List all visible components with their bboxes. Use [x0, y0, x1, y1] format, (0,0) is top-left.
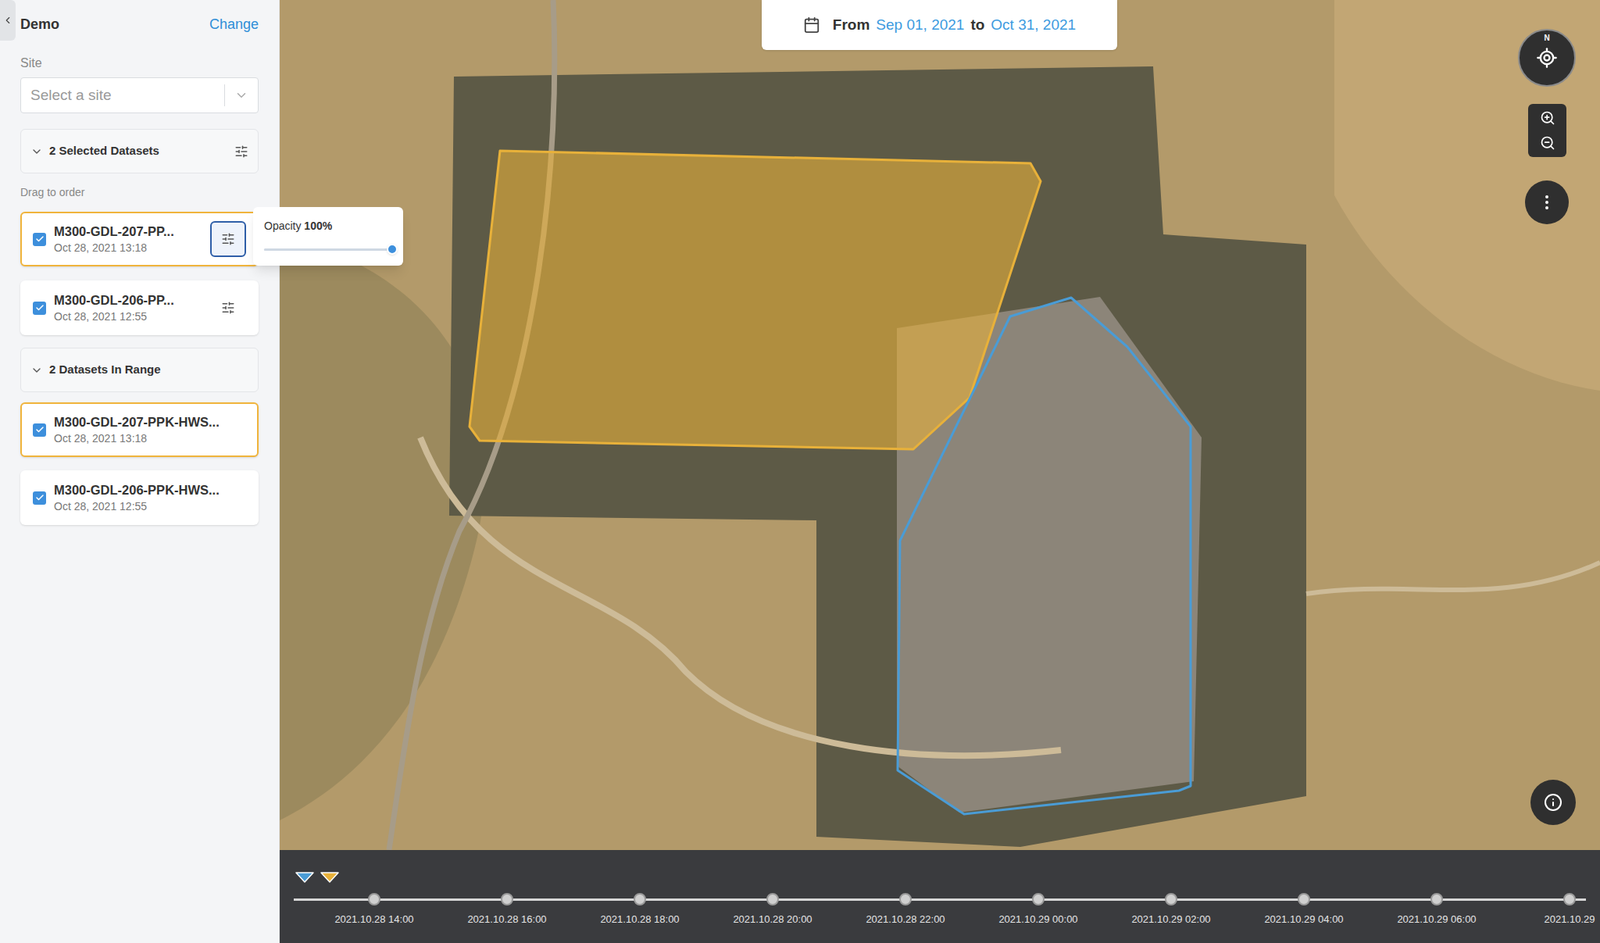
dataset-date: Oct 28, 2021 12:55	[53, 309, 203, 324]
timeline-label: 2021.10.28 16:00	[467, 911, 547, 928]
opacity-popover: Opacity 100%	[253, 207, 404, 266]
timeline-tick[interactable]: 2021.10.29 00:00	[971, 892, 1105, 928]
sliders-icon[interactable]	[234, 144, 249, 159]
dataset-date: Oct 28, 2021 13:18	[53, 240, 203, 255]
timeline-label: 2021.10.28 14:00	[334, 911, 414, 928]
sidebar: Demo Change Site Select a site 2 Selected Da…	[0, 0, 280, 943]
timeline-label: 2021.10.29	[1543, 911, 1595, 928]
survey-area[interactable]	[897, 297, 1191, 815]
dataset-card[interactable]: M300-GDL-206-PP...Oct 28, 2021 12:55	[20, 280, 259, 336]
project-title: Demo	[20, 14, 60, 36]
info-button[interactable]	[1530, 779, 1576, 825]
dataset-marker-icon[interactable]	[320, 871, 340, 883]
opacity-label: Opacity 100%	[264, 217, 393, 235]
check-icon	[35, 425, 45, 435]
site-select-placeholder: Select a site	[21, 84, 225, 108]
section-label: 2 Datasets In Range	[49, 360, 249, 379]
zoom-in-icon[interactable]	[1539, 110, 1556, 126]
date-to[interactable]: Oct 31, 2021	[990, 14, 1076, 37]
dataset-settings-button[interactable]	[210, 289, 247, 326]
dataset-date: Oct 28, 2021 12:55	[53, 499, 247, 514]
dataset-name: M300-GDL-207-PPK-HWS...	[53, 414, 247, 431]
chevron-icon	[234, 88, 249, 103]
map-imagery	[279, 0, 1600, 850]
main: FromSep 01, 2021toOct 31, 2021 N 2021.10.2…	[279, 0, 1600, 943]
timeline-label: 2021.10.28 18:00	[600, 911, 679, 928]
zoom-out-icon[interactable]	[1539, 135, 1556, 151]
opacity-slider[interactable]	[264, 243, 393, 255]
timeline[interactable]: 2021.10.28 14:00 2021.10.28 16:00 2021.10.…	[279, 850, 1600, 943]
more-icon	[1537, 192, 1557, 212]
timeline-label: 2021.10.29 02:00	[1131, 911, 1211, 928]
dataset-marker-icon[interactable]	[295, 871, 315, 883]
dataset-name: M300-GDL-206-PP...	[53, 292, 203, 309]
timeline-label: 2021.10.29 00:00	[998, 911, 1078, 928]
dataset-checkbox[interactable]	[32, 423, 47, 437]
section-header[interactable]: 2 Selected Datasets	[20, 128, 259, 174]
timeline-tick[interactable]: 2021.10.29	[1503, 892, 1600, 928]
timeline-label: 2021.10.28 20:00	[732, 911, 812, 928]
timeline-label: 2021.10.29 06:00	[1396, 911, 1476, 928]
dataset-name: M300-GDL-206-PPK-HWS...	[53, 482, 247, 499]
compass-button[interactable]: N	[1517, 28, 1576, 87]
info-icon	[1543, 792, 1563, 812]
dataset-card[interactable]: M300-GDL-206-PPK-HWS...Oct 28, 2021 12:5…	[20, 470, 259, 525]
map[interactable]: FromSep 01, 2021toOct 31, 2021 N	[279, 0, 1600, 850]
dataset-checkbox[interactable]	[32, 491, 47, 505]
opacity-slider-thumb[interactable]	[386, 243, 398, 255]
chevron-icon	[30, 145, 43, 158]
timeline-tick[interactable]: 2021.10.28 22:00	[839, 892, 972, 928]
calendar-icon	[803, 16, 821, 34]
date-from-label: From	[832, 14, 871, 37]
dataset-name: M300-GDL-207-PP...	[53, 223, 203, 240]
check-icon	[35, 303, 45, 313]
dataset-date: Oct 28, 2021 13:18	[53, 431, 247, 446]
sliders-icon	[221, 300, 236, 315]
site-label: Site	[20, 53, 259, 73]
zoom-controls	[1528, 103, 1567, 158]
app: Demo Change Site Select a site 2 Selected Da…	[0, 0, 1600, 943]
timeline-tick[interactable]: 2021.10.29 02:00	[1104, 892, 1238, 928]
timeline-tick[interactable]: 2021.10.28 20:00	[706, 892, 840, 928]
timeline-tick[interactable]: 2021.10.29 04:00	[1237, 892, 1371, 928]
date-to-label: to	[970, 14, 985, 37]
dataset-card[interactable]: M300-GDL-207-PPK-HWS...Oct 28, 2021 13:1…	[20, 402, 259, 458]
collapse-tab[interactable]	[0, 0, 16, 41]
dataset-checkbox[interactable]	[32, 301, 47, 315]
dataset-card[interactable]: M300-GDL-207-PP...Oct 28, 2021 13:18	[20, 211, 259, 267]
timeline-tick[interactable]: 2021.10.28 18:00	[573, 892, 707, 928]
locate-icon	[1535, 46, 1558, 69]
check-icon	[35, 492, 45, 503]
chevron-icon	[30, 364, 43, 377]
date-range[interactable]: FromSep 01, 2021toOct 31, 2021	[761, 0, 1118, 50]
survey-area[interactable]	[469, 150, 1041, 450]
drag-hint: Drag to order	[20, 184, 259, 201]
timeline-label: 2021.10.29 04:00	[1264, 911, 1343, 928]
section-label: 2 Selected Datasets	[49, 142, 229, 161]
timeline-tick[interactable]: 2021.10.28 14:00	[307, 892, 441, 928]
timeline-label: 2021.10.28 22:00	[865, 911, 945, 928]
timeline-tick[interactable]: 2021.10.28 16:00	[440, 892, 574, 928]
sliders-icon	[221, 232, 236, 247]
chevron-left-icon	[2, 14, 14, 26]
timeline-track	[293, 898, 1586, 901]
site-select[interactable]: Select a site	[20, 77, 259, 114]
date-from[interactable]: Sep 01, 2021	[875, 14, 965, 37]
section-header[interactable]: 2 Datasets In Range	[20, 347, 259, 393]
compass-north: N	[1543, 32, 1550, 44]
dataset-checkbox[interactable]	[32, 232, 47, 247]
timeline-tick[interactable]: 2021.10.29 06:00	[1370, 892, 1504, 928]
change-link[interactable]: Change	[209, 14, 259, 36]
more-button[interactable]	[1525, 180, 1569, 225]
check-icon	[35, 234, 45, 244]
dataset-settings-button[interactable]	[210, 221, 247, 258]
